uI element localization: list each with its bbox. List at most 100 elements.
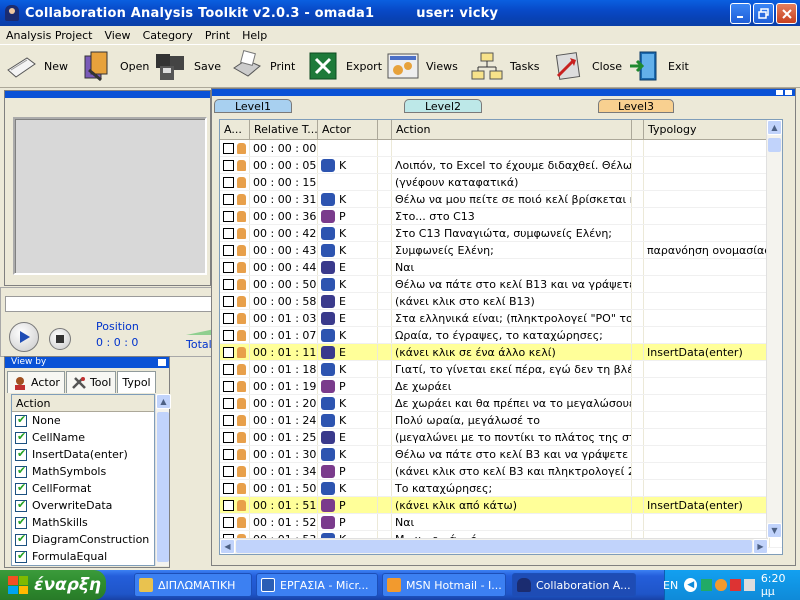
tray-expand-icon[interactable]: ◀: [684, 578, 698, 592]
taskbar-item-collaboration[interactable]: Collaboration A...: [512, 573, 636, 597]
scroll-down-icon[interactable]: ▼: [767, 523, 782, 538]
list-item[interactable]: InsertData(enter): [12, 446, 154, 463]
row-checkbox[interactable]: [223, 159, 234, 171]
row-checkbox[interactable]: [223, 295, 234, 307]
toolbar-views-button[interactable]: Views: [386, 46, 470, 86]
row-checkbox[interactable]: [223, 363, 234, 375]
table-row[interactable]: 00 : 01 : 24 K Πολύ ωραία, μεγάλωσέ το: [220, 412, 782, 429]
taskbar-item-diplomatiki[interactable]: ΔΙΠΛΩΜΑΤΙΚΗ: [134, 573, 252, 597]
col-action[interactable]: Action: [392, 120, 632, 139]
scroll-right-icon[interactable]: ▶: [753, 539, 768, 554]
col-a[interactable]: A...: [220, 120, 250, 139]
table-row[interactable]: 00 : 00 : 36 P Στο... στο C13: [220, 208, 782, 225]
menu-view[interactable]: View: [98, 29, 136, 42]
toolbar-close-button[interactable]: Close: [552, 46, 628, 86]
checkbox[interactable]: [15, 464, 27, 478]
row-checkbox[interactable]: [223, 278, 234, 290]
tab-tool[interactable]: Tool: [65, 371, 117, 393]
list-item[interactable]: FormulaEqual: [12, 548, 154, 565]
menu-analysis-project[interactable]: Analysis Project: [0, 29, 98, 42]
network-icon[interactable]: [701, 579, 713, 591]
list-item[interactable]: None: [12, 412, 154, 429]
checkbox[interactable]: [15, 515, 27, 529]
table-row[interactable]: 00 : 00 : 15 (γνέφουν καταφατικά): [220, 174, 782, 191]
panel-minimize-icon[interactable]: [158, 359, 166, 366]
scroll-up-icon[interactable]: ▲: [156, 394, 171, 409]
msn-tray-icon[interactable]: [715, 579, 727, 591]
table-row[interactable]: 00 : 01 : 07 K Ωραία, το έγραψες, το καταχ…: [220, 327, 782, 344]
checkbox[interactable]: [15, 532, 27, 546]
tab-level1[interactable]: Level1: [214, 99, 292, 113]
table-row[interactable]: 00 : 01 : 20 K Δε χωράει και θα πρέπει να …: [220, 395, 782, 412]
row-checkbox[interactable]: [223, 380, 234, 392]
checkbox[interactable]: [15, 447, 27, 461]
tab-actor[interactable]: Actor: [7, 371, 65, 393]
row-checkbox[interactable]: [223, 516, 234, 528]
checkbox[interactable]: [15, 549, 27, 563]
language-indicator[interactable]: EN: [663, 579, 678, 592]
menu-print[interactable]: Print: [199, 29, 236, 42]
row-checkbox[interactable]: [223, 414, 234, 426]
table-row[interactable]: 00 : 01 : 03 E Στα ελληνικά είναι; (πληκτρ…: [220, 310, 782, 327]
table-row[interactable]: 00 : 00 : 44 E Ναι: [220, 259, 782, 276]
checkbox[interactable]: [15, 498, 27, 512]
list-item[interactable]: MathSkills: [12, 514, 154, 531]
volume-icon[interactable]: [743, 579, 755, 591]
scroll-thumb[interactable]: [768, 138, 781, 152]
col-relative-time[interactable]: Relative T...: [250, 120, 318, 139]
close-window-button[interactable]: [776, 3, 797, 24]
checkbox[interactable]: [15, 413, 27, 427]
table-row[interactable]: 00 : 00 : 05 K Λοιπόν, το Excel το έχουμε …: [220, 157, 782, 174]
row-checkbox[interactable]: [223, 329, 234, 341]
menu-help[interactable]: Help: [236, 29, 273, 42]
row-checkbox[interactable]: [223, 227, 234, 239]
table-row[interactable]: 00 : 01 : 18 K Γιατί, το γίνεται εκεί πέρα…: [220, 361, 782, 378]
toolbar-open-button[interactable]: Open: [80, 46, 154, 86]
table-row[interactable]: 00 : 01 : 50 K Το καταχώρησες;: [220, 480, 782, 497]
list-item[interactable]: CellName: [12, 429, 154, 446]
table-row[interactable]: 00 : 00 : 43 K Συμφωνείς Ελένη; παρανόηση ο…: [220, 242, 782, 259]
checkbox[interactable]: [15, 430, 27, 444]
maximize-button[interactable]: [753, 3, 774, 24]
row-checkbox[interactable]: [223, 346, 234, 358]
row-checkbox[interactable]: [223, 312, 234, 324]
row-checkbox[interactable]: [223, 176, 234, 188]
table-row[interactable]: 00 : 01 : 34 P (κάνει κλικ στο κελί B3 και…: [220, 463, 782, 480]
title-bar[interactable]: Collaboration Analysis Toolkit v2.0.3 - …: [0, 0, 800, 26]
tab-typology[interactable]: Typol: [117, 371, 156, 393]
start-button[interactable]: έναρξη: [0, 570, 106, 600]
scroll-thumb[interactable]: [236, 540, 752, 553]
table-row[interactable]: 00 : 01 : 11 E (κάνει κλικ σε ένα άλλο κελ…: [220, 344, 782, 361]
table-row[interactable]: 00 : 01 : 25 E (μεγαλώνει με το ποντίκι το…: [220, 429, 782, 446]
list-item[interactable]: MathSymbols: [12, 463, 154, 480]
row-checkbox[interactable]: [223, 397, 234, 409]
row-checkbox[interactable]: [223, 465, 234, 477]
toolbar-new-button[interactable]: New: [4, 46, 80, 86]
minimize-button[interactable]: [730, 3, 751, 24]
toolbar-export-button[interactable]: Export: [306, 46, 386, 86]
toolbar-save-button[interactable]: Save: [154, 46, 230, 86]
row-checkbox[interactable]: [223, 261, 234, 273]
table-row[interactable]: 00 : 01 : 52 P Ναι: [220, 514, 782, 531]
list-item[interactable]: OverwriteData: [12, 497, 154, 514]
row-checkbox[interactable]: [223, 142, 234, 154]
table-row[interactable]: 00 : 01 : 30 K Θέλω να πάτε στο κελί B3 κα…: [220, 446, 782, 463]
toolbar-print-button[interactable]: Print: [230, 46, 306, 86]
security-icon[interactable]: [729, 579, 741, 591]
table-row[interactable]: 00 : 00 : 00: [220, 140, 782, 157]
toolbar-exit-button[interactable]: Exit: [628, 46, 704, 86]
stop-button[interactable]: [49, 328, 71, 350]
col-blank-1[interactable]: [378, 120, 392, 139]
table-row[interactable]: 00 : 00 : 42 K Στο C13 Παναγιώτα, συμφωνεί…: [220, 225, 782, 242]
col-typology[interactable]: Typology: [644, 120, 770, 139]
table-row[interactable]: 00 : 01 : 51 P (κάνει κλικ από κάτω) Insert…: [220, 497, 782, 514]
list-scrollbar[interactable]: ▲: [155, 394, 171, 566]
table-row[interactable]: 00 : 00 : 31 K Θέλω να μου πείτε σε ποιό κ…: [220, 191, 782, 208]
row-checkbox[interactable]: [223, 482, 234, 494]
row-checkbox[interactable]: [223, 210, 234, 222]
list-item[interactable]: DiagramConstruction: [12, 531, 154, 548]
row-checkbox[interactable]: [223, 244, 234, 256]
play-button[interactable]: [9, 322, 39, 352]
table-row[interactable]: 00 : 00 : 58 E (κάνει κλικ στο κελί B13): [220, 293, 782, 310]
row-checkbox[interactable]: [223, 431, 234, 443]
